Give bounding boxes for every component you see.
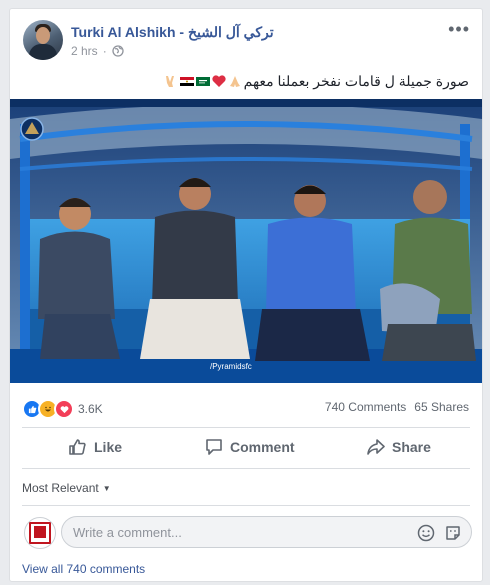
reactions-summary[interactable]: 3.6K bbox=[22, 399, 103, 419]
commenter-logo-icon bbox=[29, 522, 51, 544]
comment-icon bbox=[206, 439, 222, 455]
divider bbox=[22, 468, 470, 469]
divider bbox=[22, 505, 470, 506]
folded-hands-icon bbox=[229, 76, 240, 87]
share-icon bbox=[367, 439, 385, 455]
sticker-icon[interactable] bbox=[444, 524, 462, 542]
comments-count[interactable]: 740 Comments bbox=[325, 400, 406, 414]
share-label: Share bbox=[392, 439, 431, 455]
more-options-icon[interactable]: ••• bbox=[448, 19, 470, 40]
reaction-count[interactable]: 3.6K bbox=[78, 402, 103, 416]
author-avatar[interactable] bbox=[23, 20, 63, 60]
comment-input[interactable] bbox=[73, 525, 393, 540]
post-photo[interactable]: /Pyramidsfc bbox=[10, 99, 482, 383]
photo-watermark: /Pyramidsfc bbox=[210, 362, 252, 371]
victory-hand-icon bbox=[165, 76, 174, 87]
like-icon bbox=[69, 439, 86, 455]
post-text: صورة جميلة ل قامات نفخر بعملنا معهم bbox=[164, 73, 469, 90]
comment-sort-label: Most Relevant bbox=[22, 481, 99, 495]
emoji-icon[interactable] bbox=[417, 524, 435, 542]
shares-count[interactable]: 65 Shares bbox=[414, 400, 469, 414]
avatar-body bbox=[29, 44, 57, 60]
like-button[interactable]: Like bbox=[68, 437, 122, 457]
photo-scene: /Pyramidsfc bbox=[10, 99, 482, 383]
divider bbox=[22, 427, 470, 428]
love-reaction-icon bbox=[54, 399, 74, 419]
comment-label: Comment bbox=[230, 439, 295, 455]
globe-icon[interactable] bbox=[112, 45, 124, 57]
commenter-avatar[interactable] bbox=[24, 517, 56, 549]
author-name[interactable]: Turki Al Alshikh - تركي آل الشيخ bbox=[71, 24, 274, 41]
post-card: Turki Al Alshikh - تركي آل الشيخ 2 hrs ·… bbox=[9, 8, 483, 582]
saudi-flag-icon bbox=[195, 77, 210, 86]
share-button[interactable]: Share bbox=[366, 437, 431, 457]
post-stats: 740 Comments 65 Shares bbox=[325, 400, 469, 414]
red-heart-icon bbox=[212, 75, 226, 87]
comment-box[interactable] bbox=[61, 516, 472, 548]
avatar-face bbox=[36, 27, 50, 44]
comment-sort-dropdown[interactable]: Most Relevant ▼ bbox=[22, 481, 111, 495]
post-meta: 2 hrs · bbox=[71, 44, 124, 58]
comment-button[interactable]: Comment bbox=[204, 437, 295, 457]
post-text-body: صورة جميلة ل قامات نفخر بعملنا معهم bbox=[243, 73, 469, 89]
view-all-comments-link[interactable]: View all 740 comments bbox=[22, 562, 145, 576]
like-label: Like bbox=[94, 439, 123, 455]
post-time[interactable]: 2 hrs bbox=[71, 44, 98, 58]
egypt-flag-icon bbox=[179, 77, 194, 86]
caret-down-icon: ▼ bbox=[102, 483, 111, 493]
meta-separator: · bbox=[102, 44, 107, 58]
